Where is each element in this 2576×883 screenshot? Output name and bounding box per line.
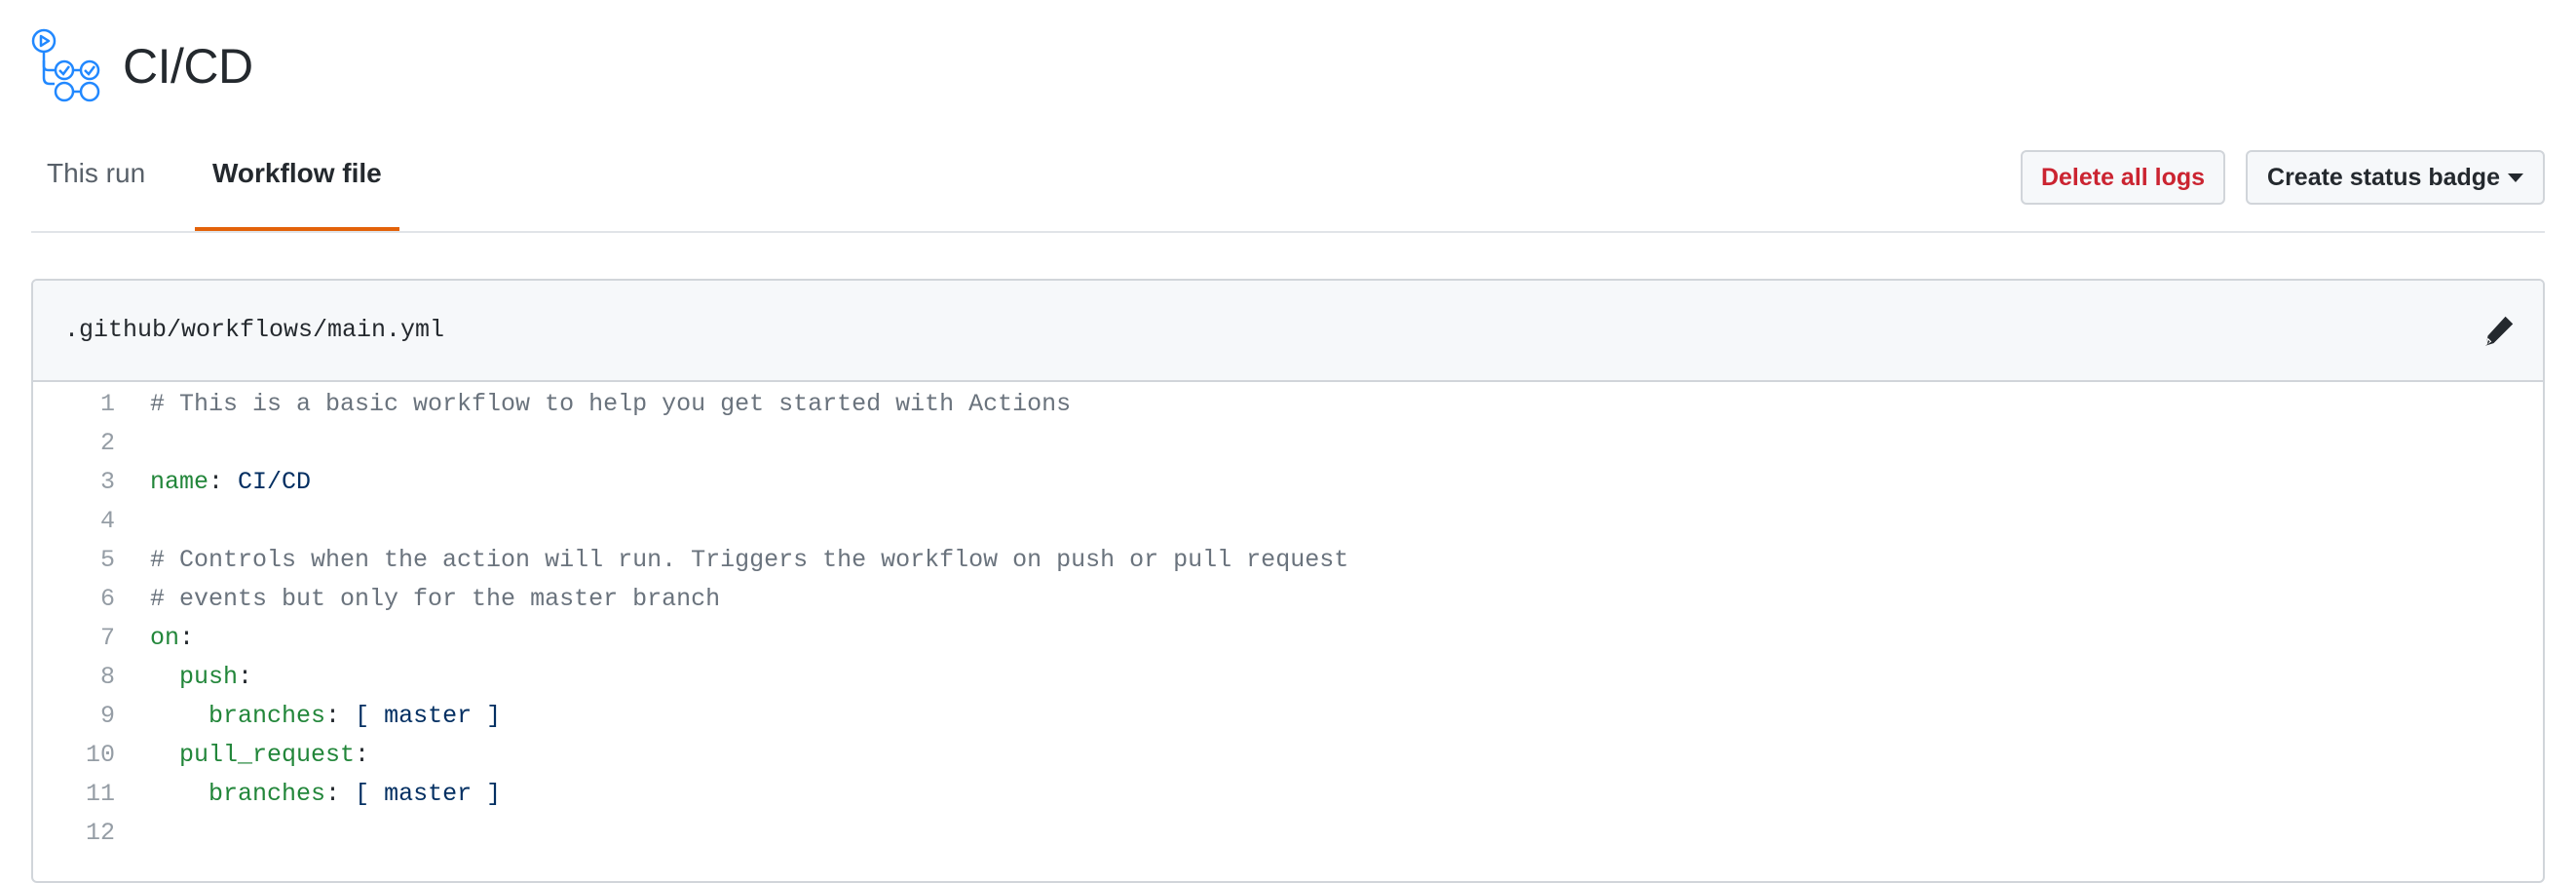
line-number: 5 xyxy=(99,545,115,574)
line-content: branches: [ master ] xyxy=(150,780,501,808)
code-comment: # events but only for the master branch xyxy=(150,584,721,613)
line-number: 2 xyxy=(99,428,115,457)
yaml-key: push xyxy=(179,662,239,691)
code-line: 4 xyxy=(33,501,2543,540)
file-path: .github/workflows/main.yml xyxy=(64,316,445,344)
yaml-colon: : xyxy=(325,701,341,730)
yaml-colon: : xyxy=(325,779,341,808)
line-number: 11 xyxy=(85,779,115,808)
tab-workflow-file[interactable]: Workflow file xyxy=(195,158,399,231)
caret-down-icon xyxy=(2507,173,2523,182)
code-line: 5 # Controls when the action will run. Tr… xyxy=(33,540,2543,579)
yaml-colon: : xyxy=(208,467,224,496)
create-status-badge-button[interactable]: Create status badge xyxy=(2246,150,2545,205)
tab-bar: This run Workflow file Delete all logs C… xyxy=(31,138,2545,233)
yaml-key: pull_request xyxy=(179,740,356,769)
line-content: # events but only for the master branch xyxy=(150,585,720,613)
code-line: 1 # This is a basic workflow to help you … xyxy=(33,384,2543,423)
line-content: push: xyxy=(150,663,252,691)
line-number: 4 xyxy=(99,506,115,535)
create-status-badge-label: Create status badge xyxy=(2267,163,2500,191)
yaml-key: name xyxy=(150,467,209,496)
code-line: 12 xyxy=(33,813,2543,852)
tab-this-run[interactable]: This run xyxy=(47,158,145,231)
line-content: pull_request: xyxy=(150,741,369,769)
yaml-key: branches xyxy=(208,779,326,808)
line-number: 12 xyxy=(85,818,115,847)
yaml-colon: : xyxy=(179,623,195,652)
code-line: 3 name: CI/CD xyxy=(33,462,2543,501)
page-header: CI/CD xyxy=(31,27,253,105)
yaml-key: on xyxy=(150,623,180,652)
file-header: .github/workflows/main.yml xyxy=(33,281,2543,382)
line-content: branches: [ master ] xyxy=(150,702,501,730)
code-body: 1 # This is a basic workflow to help you … xyxy=(33,382,2543,852)
code-line: 11 branches: [ master ] xyxy=(33,774,2543,813)
line-number: 7 xyxy=(99,623,115,652)
code-comment: # Controls when the action will run. Tri… xyxy=(150,545,1349,574)
line-content: on: xyxy=(150,624,194,652)
workflow-file-viewer: .github/workflows/main.yml 1 # This is a … xyxy=(31,279,2545,883)
line-number: 6 xyxy=(99,584,115,613)
code-line: 7 on: xyxy=(33,618,2543,657)
code-comment: # This is a basic workflow to help you g… xyxy=(150,389,1072,418)
line-number: 1 xyxy=(99,389,115,418)
yaml-colon: : xyxy=(238,662,253,691)
page-title: CI/CD xyxy=(123,39,253,94)
yaml-value: [ master ] xyxy=(355,779,502,808)
yaml-value: CI/CD xyxy=(238,467,312,496)
line-number: 3 xyxy=(99,467,115,496)
line-number: 10 xyxy=(85,740,115,769)
line-content: # This is a basic workflow to help you g… xyxy=(150,390,1071,418)
code-line: 9 branches: [ master ] xyxy=(33,696,2543,735)
code-line: 2 xyxy=(33,423,2543,462)
yaml-value: [ master ] xyxy=(355,701,502,730)
line-content: # Controls when the action will run. Tri… xyxy=(150,546,1348,574)
pencil-icon[interactable] xyxy=(2482,314,2516,347)
yaml-key: branches xyxy=(208,701,326,730)
yaml-colon: : xyxy=(355,740,370,769)
code-line: 10 pull_request: xyxy=(33,735,2543,774)
workflow-icon xyxy=(31,27,103,105)
code-line: 6 # events but only for the master branch xyxy=(33,579,2543,618)
line-content: name: CI/CD xyxy=(150,468,311,496)
line-number: 9 xyxy=(99,701,115,730)
line-number: 8 xyxy=(99,662,115,691)
delete-all-logs-button[interactable]: Delete all logs xyxy=(2021,150,2225,205)
code-line: 8 push: xyxy=(33,657,2543,696)
